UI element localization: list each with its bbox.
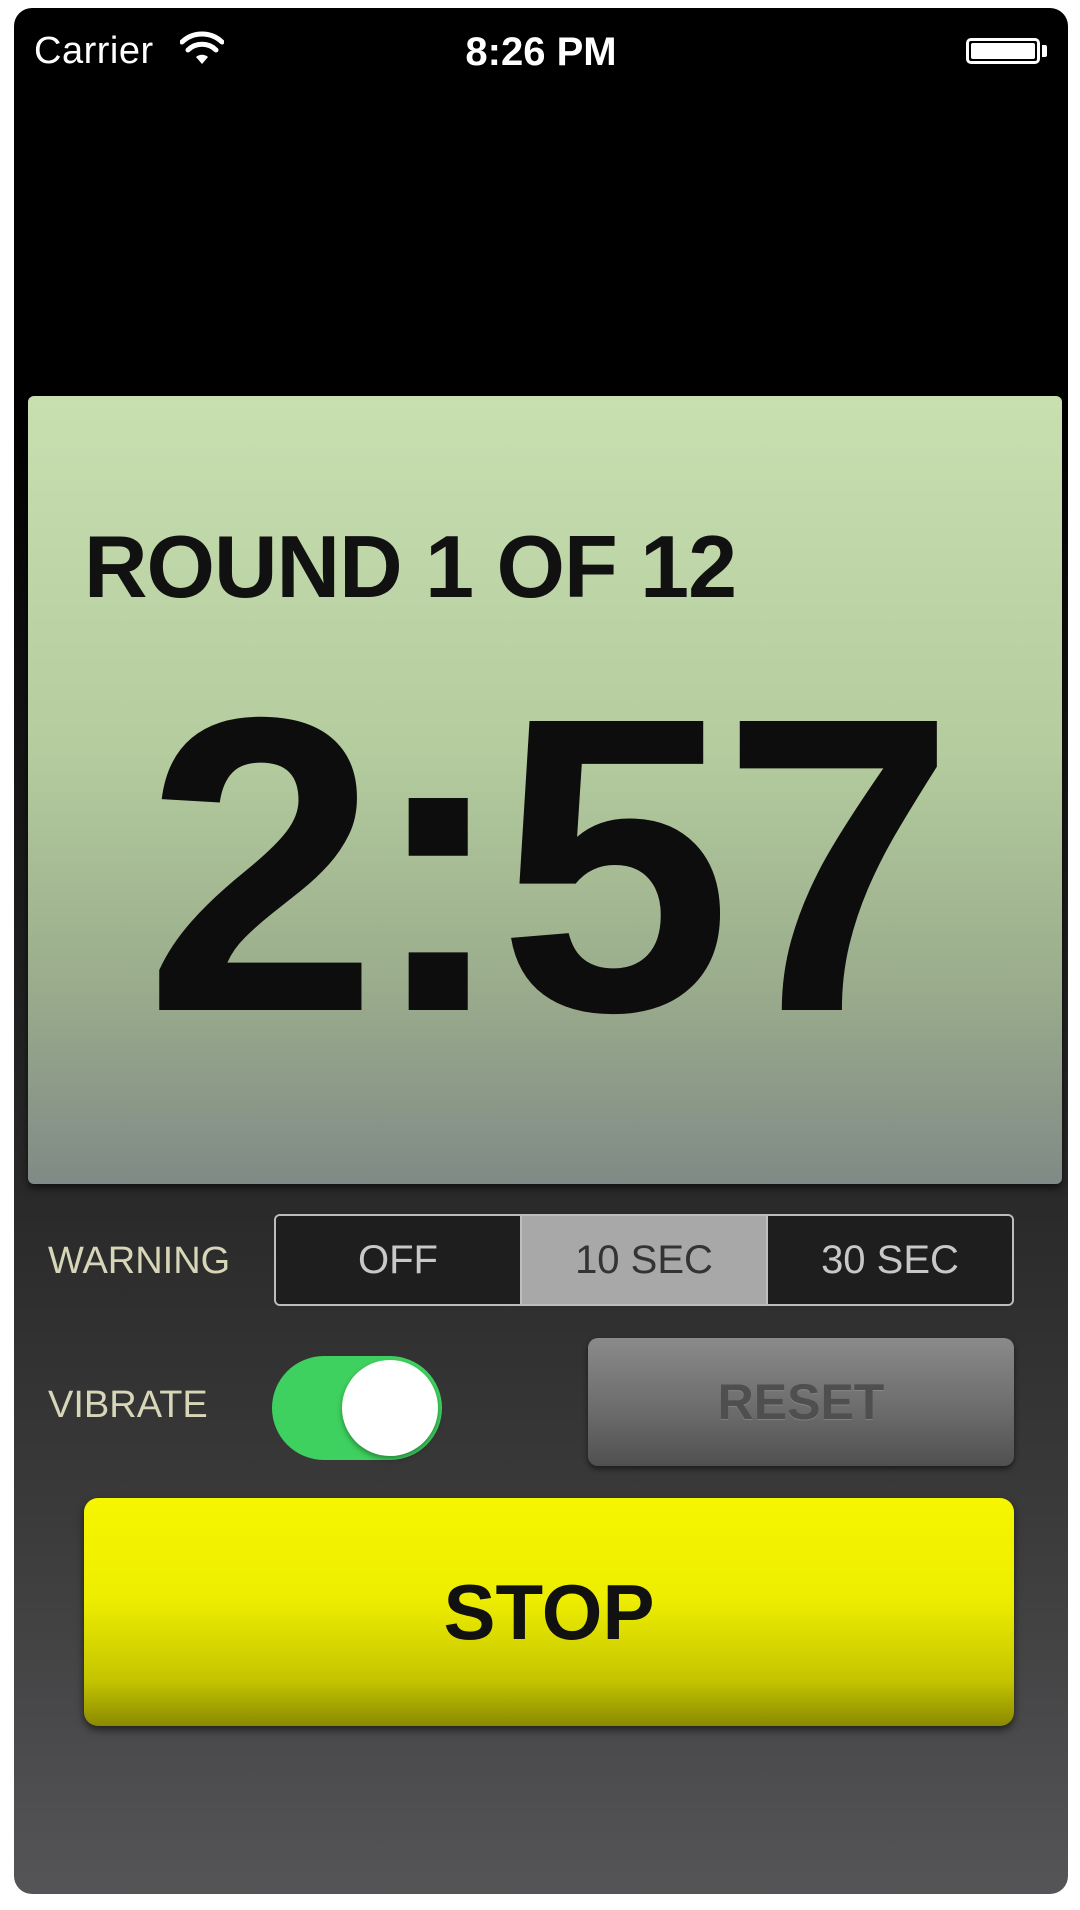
battery-icon <box>966 38 1040 64</box>
toggle-knob <box>342 1360 438 1456</box>
vibrate-toggle[interactable] <box>272 1356 442 1460</box>
battery-tip <box>1042 45 1047 57</box>
status-time: 8:26 PM <box>465 30 617 74</box>
warning-option-30-sec[interactable]: 30 SEC <box>768 1216 1012 1304</box>
reset-button[interactable]: RESET <box>588 1338 1014 1466</box>
warning-label: WARNING <box>48 1240 231 1282</box>
warning-option-10-sec[interactable]: 10 SEC <box>522 1216 768 1304</box>
vibrate-label: VIBRATE <box>48 1384 208 1426</box>
timer-display-panel: ROUND 1 OF 12 2:57 <box>28 396 1062 1184</box>
battery-level <box>971 43 1035 59</box>
app-screen: Carrier 8:26 PM ROUND 1 OF 12 2:57 WARNI… <box>14 8 1068 1894</box>
status-bar: Carrier 8:26 PM <box>14 8 1068 88</box>
warning-option-off[interactable]: OFF <box>276 1216 522 1304</box>
stop-button[interactable]: STOP <box>84 1498 1014 1726</box>
countdown-timer: 2:57 <box>144 631 956 1100</box>
round-counter: ROUND 1 OF 12 <box>84 517 737 616</box>
warning-segmented-control: OFF 10 SEC 30 SEC <box>274 1214 1014 1306</box>
